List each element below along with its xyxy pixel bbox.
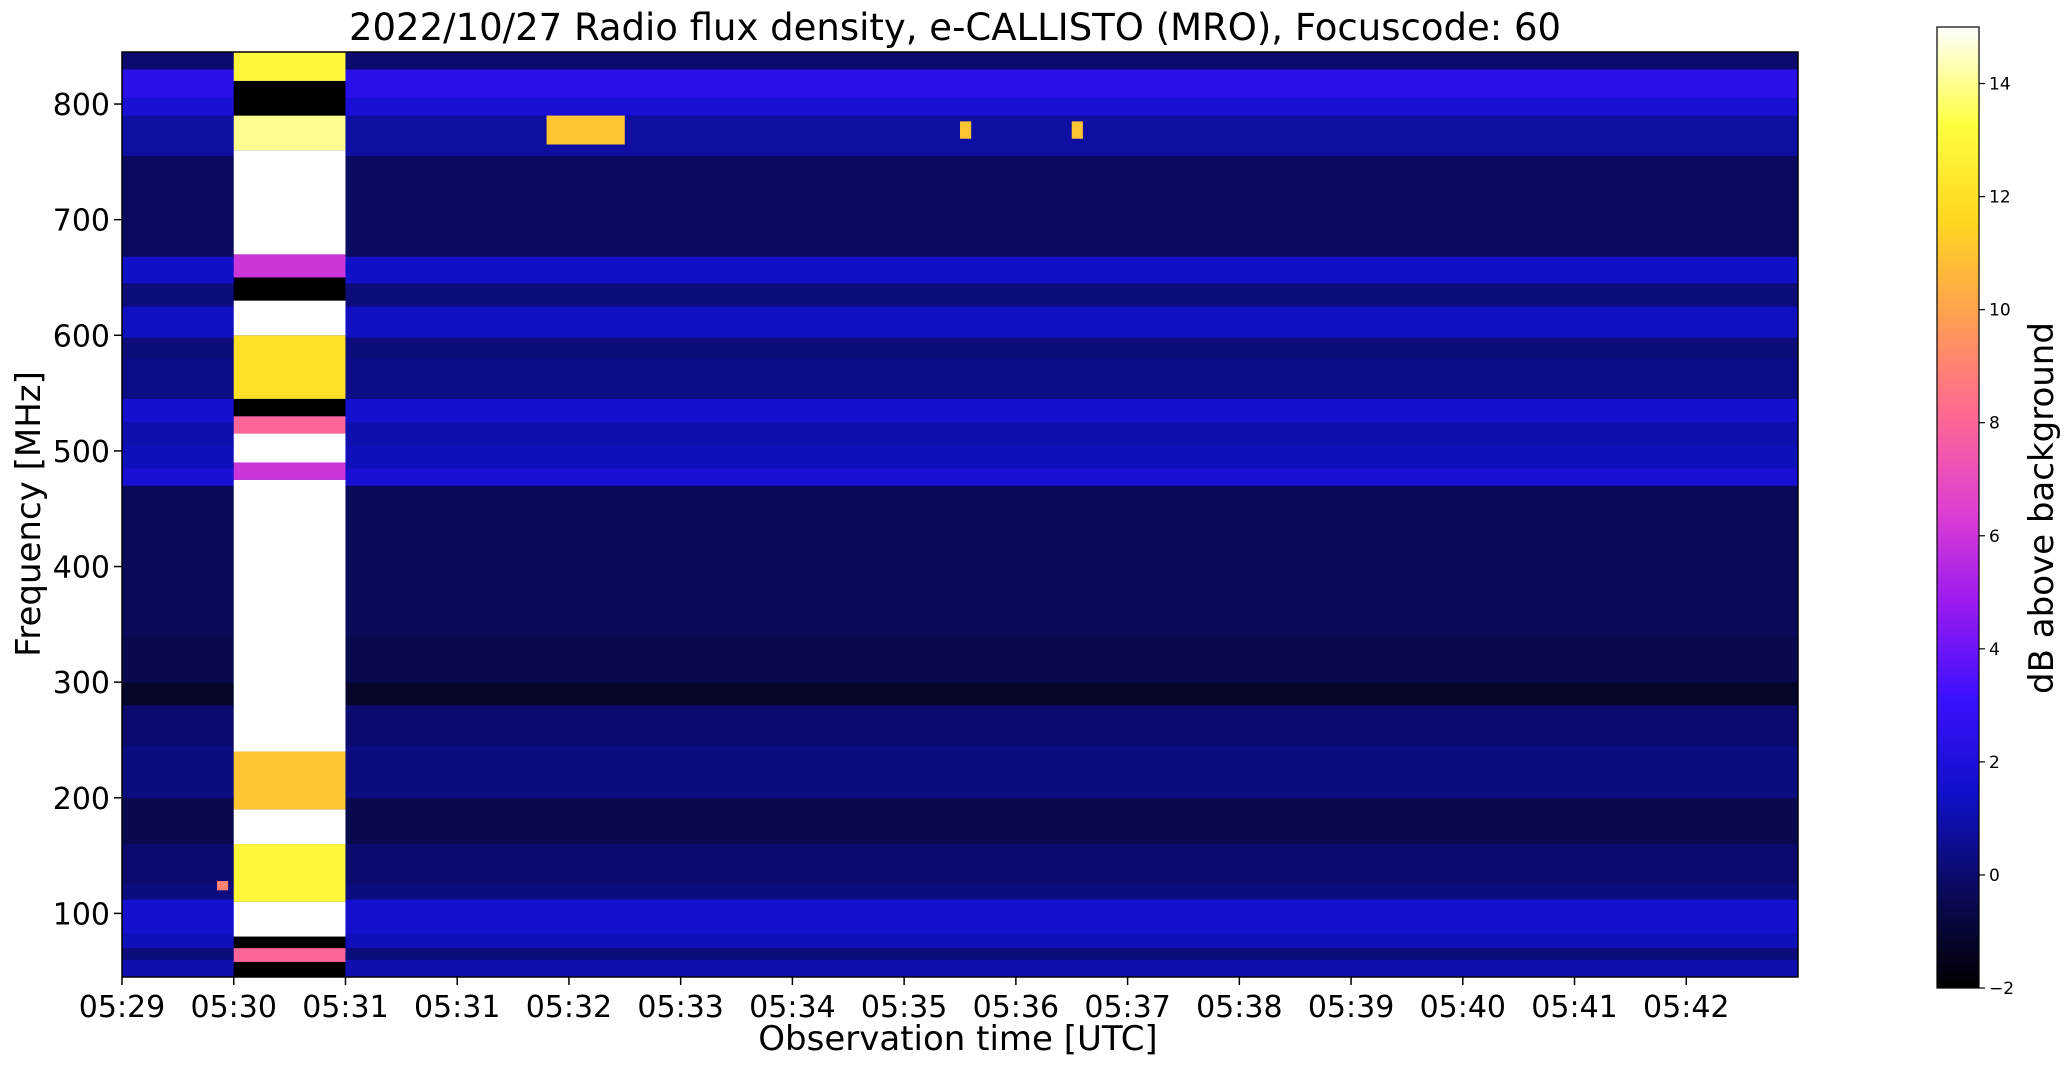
heatmap-band (122, 959, 1798, 977)
heatmap-band (122, 337, 1798, 359)
heatmap-band (122, 705, 1798, 746)
y-axis-label: Frequency [MHz] (9, 371, 49, 657)
saturated-cell (233, 751, 346, 810)
x-tick-label: 05:41 (1531, 990, 1617, 1025)
x-axis: 05:29 05:30 05:31 05:31 05:32 05:33 05:34 05:35… (79, 977, 1730, 1025)
heatmap-band (122, 948, 1798, 960)
saturated-cell (233, 936, 346, 949)
heatmap-band (122, 884, 1798, 900)
x-axis-label: Observation time [UTC] (758, 1019, 1157, 1059)
colorbar-tick-label: 12 (1989, 188, 2011, 208)
saturated-cell (233, 416, 346, 434)
saturated-cell (233, 150, 346, 255)
saturated-cell (233, 961, 346, 977)
heatmap-band (122, 52, 1798, 70)
x-tick-label: 05:39 (1308, 990, 1394, 1025)
colorbar-tick-label: 6 (1989, 527, 2000, 547)
x-tick-label: 05:31 (302, 990, 388, 1025)
heatmap-band (122, 306, 1798, 338)
heatmap-plot (121, 51, 1799, 978)
heatmap-band (122, 398, 1798, 422)
saturated-cell (233, 844, 346, 902)
heatmap-band (122, 69, 1798, 99)
burst-cell (216, 881, 229, 891)
y-tick-label: 300 (53, 666, 110, 701)
heatmap-band (122, 682, 1798, 706)
colorbar-tick-label: 0 (1989, 866, 2000, 886)
colorbar: −2 0 2 4 6 8 10 12 14 dB above background (1936, 26, 2062, 999)
heatmap-band (122, 899, 1798, 935)
colorbar-tick-label: 2 (1989, 753, 2000, 773)
burst-cell (960, 121, 972, 139)
colorbar-gradient (1936, 26, 1980, 989)
saturated-cell (233, 433, 346, 463)
saturated-cell (233, 901, 346, 937)
colorbar-tick-label: 14 (1989, 75, 2011, 95)
heatmap-band (122, 445, 1798, 469)
heatmap-band (122, 797, 1798, 845)
y-tick-label: 600 (53, 319, 110, 354)
x-tick-label: 05:29 (79, 990, 165, 1025)
x-tick-label: 05:31 (414, 990, 500, 1025)
colorbar-tick-label: 4 (1989, 640, 2000, 660)
saturated-cell (233, 115, 346, 151)
spectrogram-figure: 2022/10/27 Radio flux density, e-CALLIST… (9, 6, 2062, 1059)
heatmap-band (122, 156, 1798, 257)
colorbar-tick-label: 10 (1989, 301, 2011, 321)
heatmap-band (122, 422, 1798, 446)
saturated-cell (233, 462, 346, 480)
y-axis: 100 200 300 400 500 600 700 800 (53, 88, 122, 932)
heatmap-band (122, 485, 1798, 636)
heatmap-band (122, 358, 1798, 399)
y-tick-label: 700 (53, 204, 110, 239)
y-tick-label: 500 (53, 435, 110, 470)
saturated-cell (233, 398, 346, 417)
y-tick-label: 200 (53, 782, 110, 817)
colorbar-tick-label: 8 (1989, 414, 2000, 434)
saturated-cell (233, 52, 346, 81)
x-tick-label: 05:40 (1420, 990, 1506, 1025)
saturated-cell (233, 948, 346, 962)
burst-cell (546, 115, 625, 145)
heatmap-band (122, 283, 1798, 307)
heatmap-band (122, 844, 1798, 885)
heatmap-band (122, 256, 1798, 284)
y-tick-label: 800 (53, 88, 110, 123)
saturated-cell (233, 300, 346, 336)
heatmap-band (122, 468, 1798, 486)
heatmap-cells (122, 52, 1798, 977)
saturated-cell (233, 80, 346, 116)
saturated-cell (233, 254, 346, 278)
x-tick-label: 05:42 (1643, 990, 1729, 1025)
x-tick-label: 05:30 (190, 990, 276, 1025)
heatmap-band (122, 635, 1798, 683)
colorbar-tick-label: −2 (1989, 979, 2014, 999)
saturated-cell (233, 809, 346, 845)
saturated-cell (233, 479, 346, 752)
y-tick-label: 100 (53, 897, 110, 932)
x-tick-label: 05:38 (1196, 990, 1282, 1025)
x-tick-label: 05:32 (526, 990, 612, 1025)
colorbar-label: dB above background (2022, 322, 2062, 694)
colorbar-ticks: −2 0 2 4 6 8 10 12 14 (1979, 75, 2014, 999)
saturated-cell (233, 277, 346, 301)
burst-cell (1071, 121, 1083, 139)
chart-title: 2022/10/27 Radio flux density, e-CALLIST… (349, 6, 1561, 49)
y-tick-label: 400 (53, 551, 110, 586)
saturated-cell (233, 335, 346, 399)
x-tick-label: 05:33 (637, 990, 723, 1025)
heatmap-band (122, 98, 1798, 116)
heatmap-band (122, 934, 1798, 949)
heatmap-band (122, 745, 1798, 798)
